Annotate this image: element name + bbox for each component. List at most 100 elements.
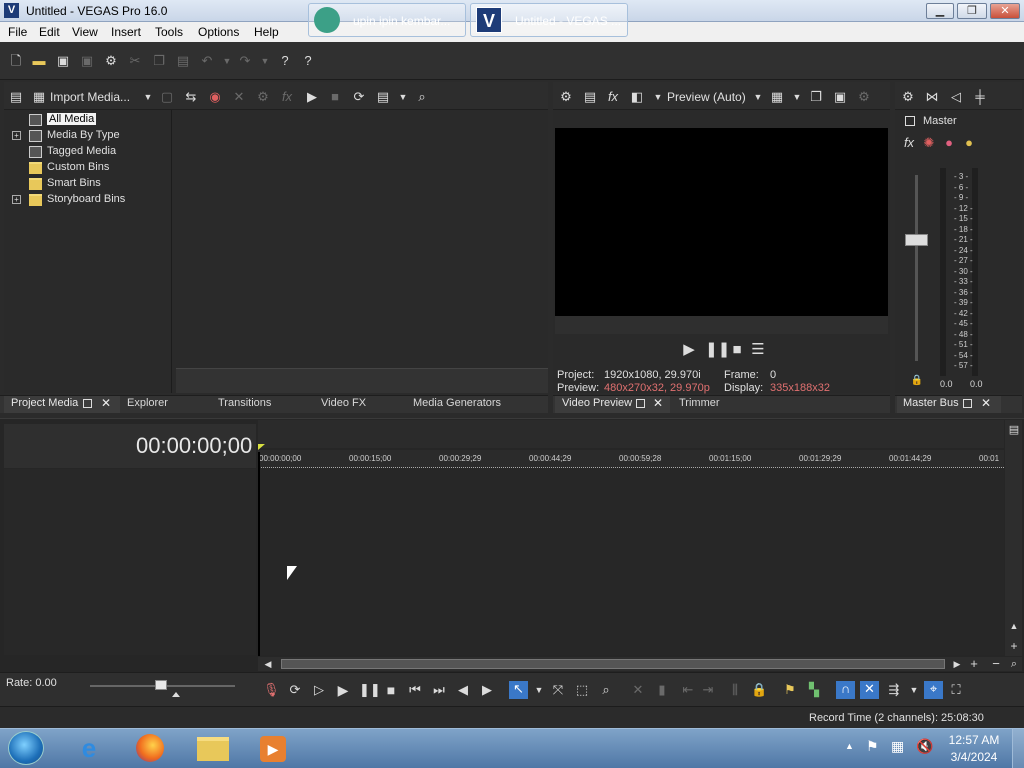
network-icon[interactable]: ▦ <box>891 738 904 755</box>
lock-event-icon[interactable]: 🔒 <box>751 682 767 698</box>
show-hidden-icons-icon[interactable]: ▲ <box>845 741 854 751</box>
loop-playback-icon[interactable]: ⟳ <box>287 682 303 698</box>
preview-menu-icon[interactable]: ☰ <box>750 342 766 358</box>
overlays-dropdown-icon[interactable]: ▼ <box>789 89 805 105</box>
tab-transitions[interactable]: Transitions <box>218 397 271 409</box>
action-center-flag-icon[interactable]: ⚑ <box>866 738 879 755</box>
media-player-icon[interactable]: ▶ <box>260 736 286 762</box>
media-view-icon[interactable]: ▤ <box>8 89 24 105</box>
selection-tool-icon[interactable]: ⬚ <box>574 682 590 698</box>
record-icon[interactable]: 🎙 <box>263 682 280 698</box>
marker-bar[interactable] <box>258 420 1004 448</box>
clock-time[interactable]: 12:57 AM <box>946 733 1002 747</box>
menu-file[interactable]: File <box>8 25 27 39</box>
zoom-tool-icon[interactable]: ⌕ <box>1006 656 1022 672</box>
master-fader-handle[interactable] <box>905 234 928 246</box>
tree-item-custom-bins[interactable]: Custom Bins <box>47 161 109 173</box>
preview-stop-icon[interactable]: ■ <box>729 342 745 358</box>
mute-icon[interactable]: ● <box>941 135 957 151</box>
overlays-grid-icon[interactable]: ▦ <box>769 89 785 105</box>
master-gear-icon[interactable]: ⚙ <box>900 89 916 105</box>
paste-icon[interactable]: ▤ <box>175 53 191 69</box>
media-fx-icon[interactable]: ⚙ <box>255 89 271 105</box>
copy-snapshot-icon[interactable]: ❐ <box>808 89 824 105</box>
file-explorer-icon[interactable] <box>197 737 229 761</box>
horizontal-scroll-thumb[interactable] <box>281 659 945 669</box>
delete-icon[interactable]: ✕ <box>630 682 646 698</box>
go-to-end-icon[interactable]: ⏭ <box>431 682 447 698</box>
scroll-up-icon[interactable]: ▲ <box>1006 618 1022 634</box>
open-icon[interactable]: ▬ <box>31 53 47 69</box>
tree-item-media-by-type[interactable]: Media By Type <box>47 129 120 141</box>
firefox-icon[interactable] <box>136 734 164 762</box>
meter-options-icon[interactable]: ╪ <box>972 89 988 105</box>
menu-view[interactable]: View <box>72 25 98 39</box>
video-output-fx-icon[interactable]: fx <box>605 89 621 105</box>
auto-ripple-icon[interactable]: ⇶ <box>886 682 902 698</box>
copy-icon[interactable]: ❐ <box>151 53 167 69</box>
split-icon[interactable]: ⫼ <box>727 682 743 698</box>
import-media-button[interactable]: Import Media... <box>50 90 130 104</box>
split-dropdown-icon[interactable]: ▼ <box>650 89 666 105</box>
maximize-button[interactable]: ❐ <box>957 3 987 19</box>
envelope-tool-icon[interactable]: ⤧ <box>550 682 566 698</box>
tab-project-media[interactable]: Project Media <box>11 397 78 409</box>
undock-icon[interactable] <box>83 399 92 408</box>
start-button[interactable] <box>8 731 44 765</box>
lock-icon[interactable]: 🔒 <box>909 373 925 389</box>
task-vegas[interactable]: V Untitled - VEGAS ... <box>470 3 628 37</box>
pause-icon[interactable]: ❚❚ <box>359 682 381 698</box>
preview-quality-select[interactable]: Preview (Auto) <box>667 90 746 104</box>
remove-media-icon[interactable]: ✕ <box>231 89 247 105</box>
preview-play-icon[interactable]: ▶ <box>681 342 697 358</box>
undo-dropdown-icon[interactable]: ▼ <box>219 53 235 69</box>
redo-icon[interactable]: ↷ <box>237 53 253 69</box>
auto-preview-icon[interactable]: ⟳ <box>351 89 367 105</box>
properties-gear-icon[interactable]: ⚙ <box>103 53 119 69</box>
close-tab-icon[interactable]: ✕ <box>653 396 663 410</box>
scroll-left-icon[interactable]: ◀ <box>260 656 276 672</box>
undock-icon[interactable] <box>963 399 972 408</box>
import-dropdown-icon[interactable]: ▼ <box>140 89 156 105</box>
normal-edit-tool-icon[interactable]: ↖ <box>509 681 528 699</box>
expand-icon[interactable]: + <box>12 131 21 140</box>
get-media-icon[interactable]: ⇆ <box>183 89 199 105</box>
zoom-out-icon[interactable]: − <box>988 656 1004 672</box>
help-icon[interactable]: ? <box>300 53 316 69</box>
tab-video-preview[interactable]: Video Preview <box>562 397 632 409</box>
tab-master-bus[interactable]: Master Bus <box>903 397 959 409</box>
snapping-icon[interactable]: ∩ <box>836 681 855 699</box>
redo-dropdown-icon[interactable]: ▼ <box>257 53 273 69</box>
capture-icon[interactable]: ▢ <box>159 89 175 105</box>
tree-item-tagged-media[interactable]: Tagged Media <box>47 145 116 157</box>
save-snapshot-icon[interactable]: ▣ <box>832 89 848 105</box>
lock-envelopes-icon[interactable]: ⌖ <box>924 681 943 699</box>
tree-item-all-media[interactable]: All Media <box>47 113 97 125</box>
internet-explorer-icon[interactable]: e <box>74 733 104 763</box>
zoom-in-vertical-icon[interactable]: + <box>1006 638 1022 654</box>
tab-media-generators[interactable]: Media Generators <box>413 397 501 409</box>
rate-slider-handle[interactable] <box>155 680 167 690</box>
fx-icon[interactable]: fx <box>279 89 295 105</box>
tab-trimmer[interactable]: Trimmer <box>679 397 720 409</box>
views-icon[interactable]: ▤ <box>375 89 391 105</box>
menu-insert[interactable]: Insert <box>111 25 141 39</box>
preview-properties-gear-icon[interactable]: ⚙ <box>558 89 574 105</box>
tab-explorer[interactable]: Explorer <box>127 397 168 409</box>
marker-options-icon[interactable]: ▤ <box>1006 422 1022 438</box>
menu-edit[interactable]: Edit <box>39 25 60 39</box>
play-icon[interactable]: ▶ <box>335 682 351 698</box>
ignore-event-grouping-icon[interactable]: ⛶ <box>948 682 964 698</box>
get-media-web-icon[interactable]: ◉ <box>207 89 223 105</box>
automation-icon[interactable]: ✺ <box>921 135 937 151</box>
tree-item-smart-bins[interactable]: Smart Bins <box>47 177 101 189</box>
task-upin-ipin[interactable]: upin ipin kembar... <box>308 3 466 37</box>
zoom-in-icon[interactable]: + <box>966 656 982 672</box>
trim-end-icon[interactable]: ⇥ <box>700 682 716 698</box>
undock-icon[interactable] <box>636 399 645 408</box>
preview-device-icon[interactable]: ▤ <box>582 89 598 105</box>
views-dropdown-icon[interactable]: ▼ <box>395 89 411 105</box>
new-project-icon[interactable]: 🗋 <box>8 53 24 69</box>
tab-video-fx[interactable]: Video FX <box>321 397 366 409</box>
track-view[interactable] <box>260 469 1004 655</box>
